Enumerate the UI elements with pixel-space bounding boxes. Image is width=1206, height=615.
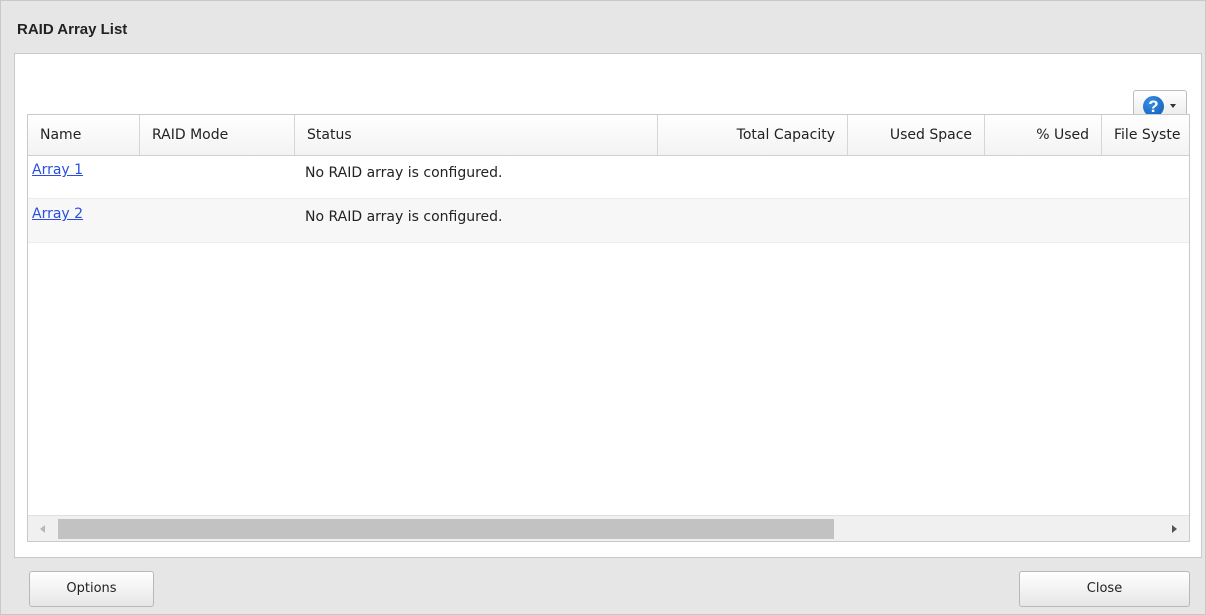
- table-row[interactable]: Array 1 No RAID array is configured.: [28, 155, 1189, 199]
- column-header-file-system[interactable]: File Syste: [1102, 115, 1189, 155]
- close-button[interactable]: Close: [1019, 571, 1190, 607]
- scrollbar-thumb[interactable]: [58, 519, 834, 539]
- raid-array-table: Name RAID Mode Status Total Capacity Use…: [27, 114, 1190, 542]
- status-cell: No RAID array is configured.: [305, 209, 503, 225]
- scroll-right-icon[interactable]: [1172, 525, 1177, 533]
- array-2-link[interactable]: Array 2: [32, 206, 83, 250]
- dialog-title: RAID Array List: [17, 21, 128, 38]
- chevron-down-icon: [1170, 104, 1176, 108]
- column-header-status[interactable]: Status: [295, 115, 658, 155]
- table-header: Name RAID Mode Status Total Capacity Use…: [28, 115, 1189, 156]
- raid-array-list-dialog: RAID Array List ? Name RAID Mode Status …: [0, 0, 1206, 615]
- scroll-left-icon[interactable]: [40, 525, 45, 533]
- column-header-total-capacity[interactable]: Total Capacity: [658, 115, 848, 155]
- content-panel: ? Name RAID Mode Status Total Capacity U…: [14, 53, 1202, 558]
- table-row[interactable]: Array 2 No RAID array is configured.: [28, 199, 1189, 243]
- column-header-used-space[interactable]: Used Space: [848, 115, 985, 155]
- options-button[interactable]: Options: [29, 571, 154, 607]
- column-header-raid-mode[interactable]: RAID Mode: [140, 115, 295, 155]
- column-header-name[interactable]: Name: [28, 115, 140, 155]
- horizontal-scrollbar[interactable]: [28, 515, 1189, 541]
- column-header-percent-used[interactable]: % Used: [985, 115, 1102, 155]
